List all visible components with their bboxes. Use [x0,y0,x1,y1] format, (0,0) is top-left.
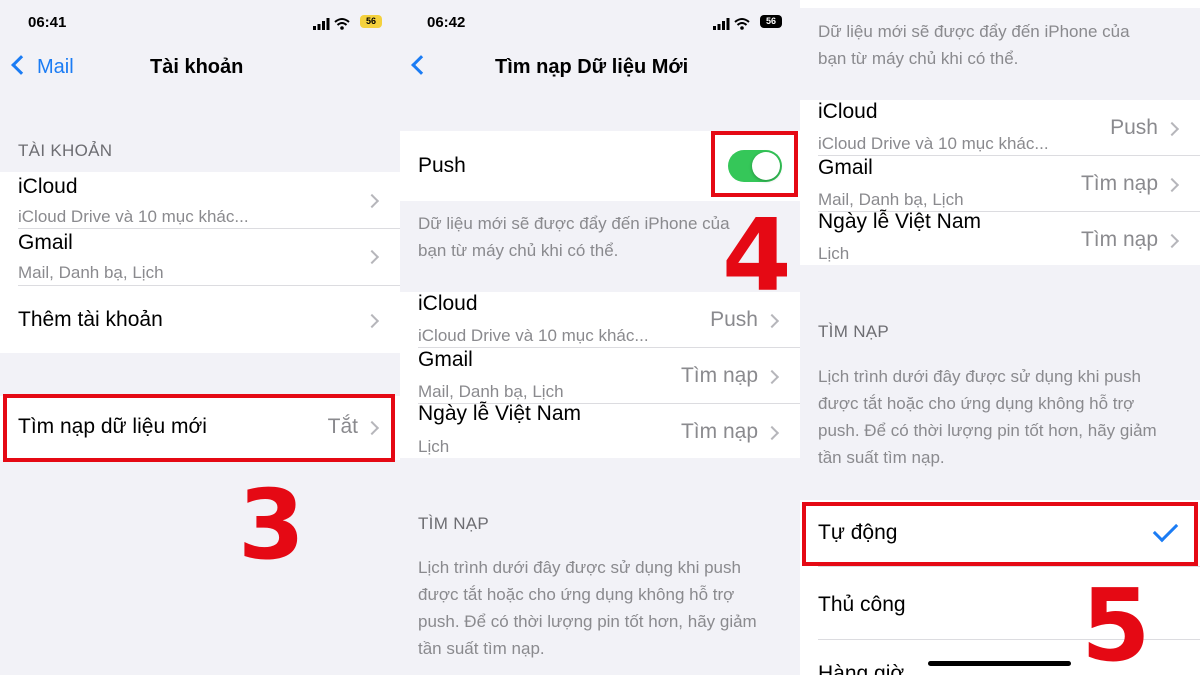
signal-wifi-icon [713,18,750,30]
add-account-label: Thêm tài khoản [18,308,163,331]
account-name: iCloud [418,292,478,315]
page-title: Tài khoản [150,56,244,78]
chevron-back-icon[interactable] [11,55,31,75]
account-row-icloud[interactable]: iCloud iCloud Drive và 10 mục khác... [0,172,400,228]
account-detail: iCloud Drive và 10 mục khác... [18,207,249,226]
fetch-footer: Lịch trình dưới đây được sử dụng khi pus… [418,558,757,658]
account-name: Gmail [418,348,473,371]
chevron-right-icon [364,313,380,329]
push-label: Push [418,154,466,177]
chevron-right-icon [1164,233,1180,249]
section-header: TÌM NẠP [818,322,890,341]
back-button[interactable]: Mail [37,56,74,79]
accounts-group: iCloud iCloud Drive và 10 mục khác... Pu… [800,100,1200,265]
home-indicator [928,661,1071,666]
account-detail: Mail, Danh bạ, Lịch [18,263,164,282]
account-detail: Mail, Danh bạ, Lịch [418,382,564,401]
status-time: 06:42 [427,14,466,31]
signal-wifi-icon [313,18,350,30]
account-value: Tìm nạp [680,364,758,387]
push-row-edge [800,0,1200,8]
account-name: iCloud [818,100,878,123]
account-name: Gmail [18,231,73,254]
fetch-new-data-screen: 06:42 56 Tìm nạp Dữ liệu Mới Push Dữ liệ… [400,0,800,675]
add-account-row[interactable]: Thêm tài khoản [0,286,400,353]
account-value: Tìm nạp [1080,172,1158,195]
highlight-box [802,502,1198,566]
chevron-right-icon [764,313,780,329]
account-value: Push [1110,116,1158,139]
chevron-right-icon [1164,177,1180,193]
account-detail: Lịch [818,244,850,263]
chevron-right-icon [764,369,780,385]
account-name: Gmail [818,156,873,179]
account-detail: Mail, Danh bạ, Lịch [818,190,964,209]
option-label: Thủ công [818,593,906,616]
battery-icon: 56 [760,15,782,28]
highlight-box [711,131,798,197]
step-number: 3 [238,469,305,581]
status-time: 06:41 [28,14,67,31]
account-detail: iCloud Drive và 10 mục khác... [818,134,1049,153]
account-detail: Lịch [418,437,450,456]
account-name: Ngày lễ Việt Nam [418,402,582,425]
section-header: TÀI KHOẢN [18,141,113,160]
account-name: iCloud [18,175,78,198]
page-title: Tìm nạp Dữ liệu Mới [495,56,689,78]
account-name: Ngày lễ Việt Nam [818,210,982,233]
account-value: Push [710,308,758,331]
chevron-back-icon[interactable] [411,55,431,75]
fetch-schedule-screen: Dữ liệu mới sẽ được đẩy đến iPhone của b… [800,0,1200,675]
fetch-footer: Lịch trình dưới đây được sử dụng khi pus… [818,367,1157,467]
chevron-right-icon [764,425,780,441]
chevron-right-icon [364,193,380,209]
account-detail: iCloud Drive và 10 mục khác... [418,326,649,345]
push-footer: Dữ liệu mới sẽ được đẩy đến iPhone của b… [818,22,1130,68]
accounts-screen: 06:41 56 Mail Tài khoản TÀI KHOẢN iCloud… [0,0,400,675]
highlight-box [3,394,395,462]
chevron-right-icon [364,249,380,265]
step-number: 5 [1081,567,1151,675]
section-header: TÌM NẠP [418,514,490,533]
account-value: Tìm nạp [680,420,758,443]
accounts-group: iCloud iCloud Drive và 10 mục khác... Gm… [0,172,400,353]
option-label: Hàng giờ [818,662,905,675]
account-row-gmail[interactable]: Gmail Mail, Danh bạ, Lịch Tìm nạp [800,156,1200,211]
account-row-icloud[interactable]: iCloud iCloud Drive và 10 mục khác... Pu… [400,292,800,347]
account-row-gmail[interactable]: Gmail Mail, Danh bạ, Lịch Tìm nạp [400,348,800,403]
account-row-gmail[interactable]: Gmail Mail, Danh bạ, Lịch [0,229,400,285]
push-footer: Dữ liệu mới sẽ được đẩy đến iPhone của b… [418,214,730,260]
chevron-right-icon [1164,121,1180,137]
account-value: Tìm nạp [1080,228,1158,251]
accounts-group: iCloud iCloud Drive và 10 mục khác... Pu… [400,292,800,458]
battery-icon: 56 [360,15,382,28]
account-row-holidays[interactable]: Ngày lễ Việt Nam Lịch Tìm nạp [400,402,800,458]
account-row-holidays[interactable]: Ngày lễ Việt Nam Lịch Tìm nạp [800,210,1200,265]
account-row-icloud[interactable]: iCloud iCloud Drive và 10 mục khác... Pu… [800,100,1200,155]
